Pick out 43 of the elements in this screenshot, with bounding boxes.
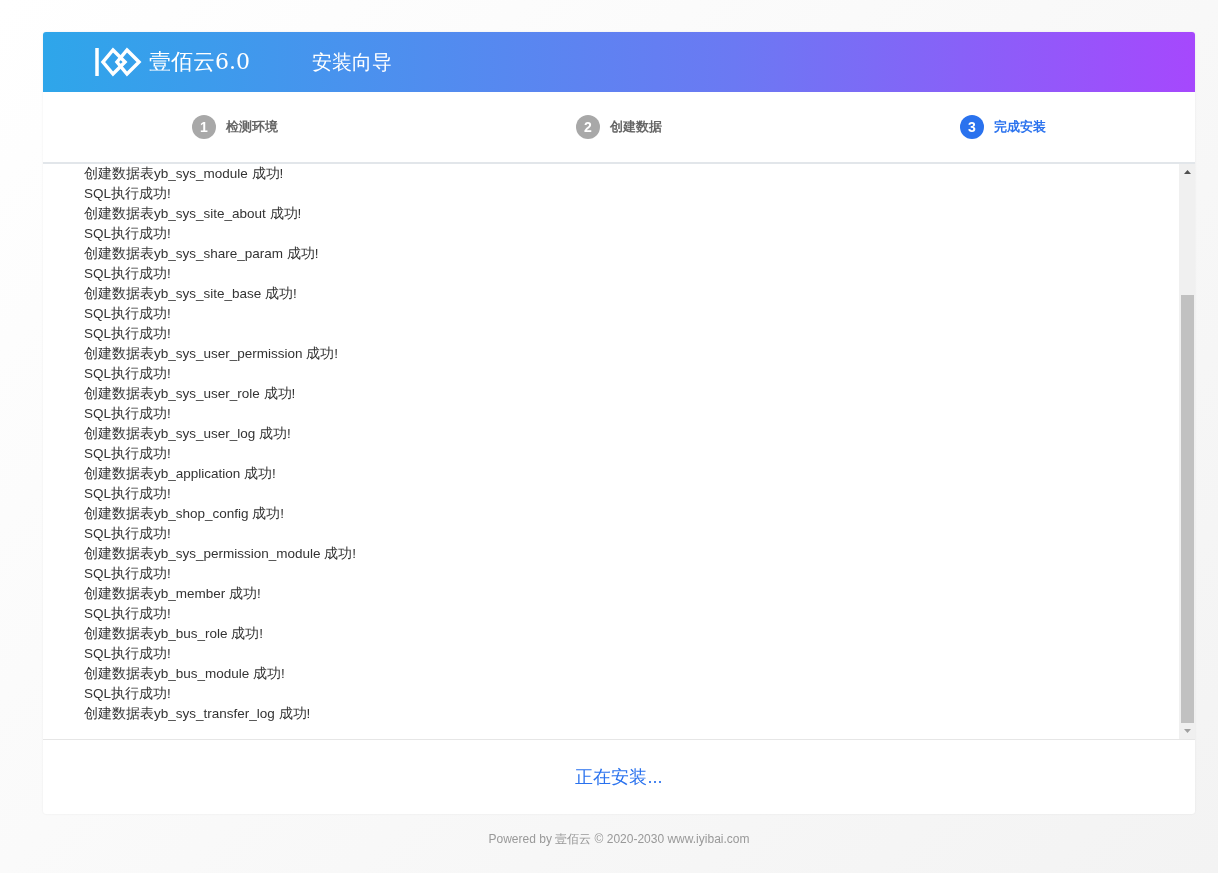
scroll-up-icon[interactable] xyxy=(1183,170,1191,174)
log-line: 创建数据表yb_shop_config 成功! xyxy=(84,505,286,523)
log-line: 创建数据表yb_sys_site_about 成功! xyxy=(84,205,303,223)
scroll-down-icon[interactable] xyxy=(1183,729,1191,733)
log-line: 创建数据表yb_sys_user_permission 成功! xyxy=(84,345,340,363)
log-line: SQL执行成功! xyxy=(84,685,172,703)
footer-text: Powered by 壹佰云 © 2020-2030 www.iyibai.com xyxy=(488,832,750,846)
page-title: 安装向导 xyxy=(312,49,392,75)
status-text: 正在安装... xyxy=(575,766,663,789)
log-line: 创建数据表yb_sys_user_log 成功! xyxy=(84,425,292,443)
log-line: SQL执行成功! xyxy=(84,225,172,243)
log-line: 创建数据表yb_sys_permission_module 成功! xyxy=(84,545,358,563)
log-line: 创建数据表yb_sys_user_role 成功! xyxy=(84,385,297,403)
log-line: SQL执行成功! xyxy=(84,485,172,503)
step-tab[interactable]: 3 完成安装 xyxy=(811,92,1195,162)
logo-icon xyxy=(95,46,143,78)
log-line: 创建数据表yb_sys_site_base 成功! xyxy=(84,285,298,303)
step-tab[interactable]: 2 创建数据 xyxy=(427,92,811,162)
log-line: SQL执行成功! xyxy=(84,325,172,343)
log-line: 创建数据表yb_application 成功! xyxy=(84,465,277,483)
log-line: SQL执行成功! xyxy=(84,525,172,543)
log-line: SQL执行成功! xyxy=(84,645,172,663)
log-line: SQL执行成功! xyxy=(84,365,172,383)
log-line: 创建数据表yb_sys_share_param 成功! xyxy=(84,245,320,263)
log-line: SQL执行成功! xyxy=(84,605,172,623)
log-line: SQL执行成功! xyxy=(84,305,172,323)
log-line: 创建数据表yb_bus_module 成功! xyxy=(84,665,286,683)
step-number: 1 xyxy=(192,115,216,139)
step-number: 3 xyxy=(960,115,984,139)
log-line: 创建数据表yb_sys_module 成功! xyxy=(84,165,285,183)
scrollbar-thumb[interactable] xyxy=(1180,295,1194,723)
brand-name: 壹佰云6.0 xyxy=(149,48,250,76)
scrollbar[interactable] xyxy=(1179,164,1195,739)
log-line: 创建数据表yb_member 成功! xyxy=(84,585,262,603)
log-line: 创建数据表yb_bus_role 成功! xyxy=(84,625,265,643)
step-number: 2 xyxy=(576,115,600,139)
log-line: 创建数据表yb_sys_transfer_log 成功! xyxy=(84,705,312,723)
step-tab[interactable]: 1 检测环境 xyxy=(43,92,427,162)
log-line: SQL执行成功! xyxy=(84,565,172,583)
log-line: SQL执行成功! xyxy=(84,445,172,463)
log-line: SQL执行成功! xyxy=(84,265,172,283)
log-line: SQL执行成功! xyxy=(84,405,172,423)
log-line: SQL执行成功! xyxy=(84,185,172,203)
